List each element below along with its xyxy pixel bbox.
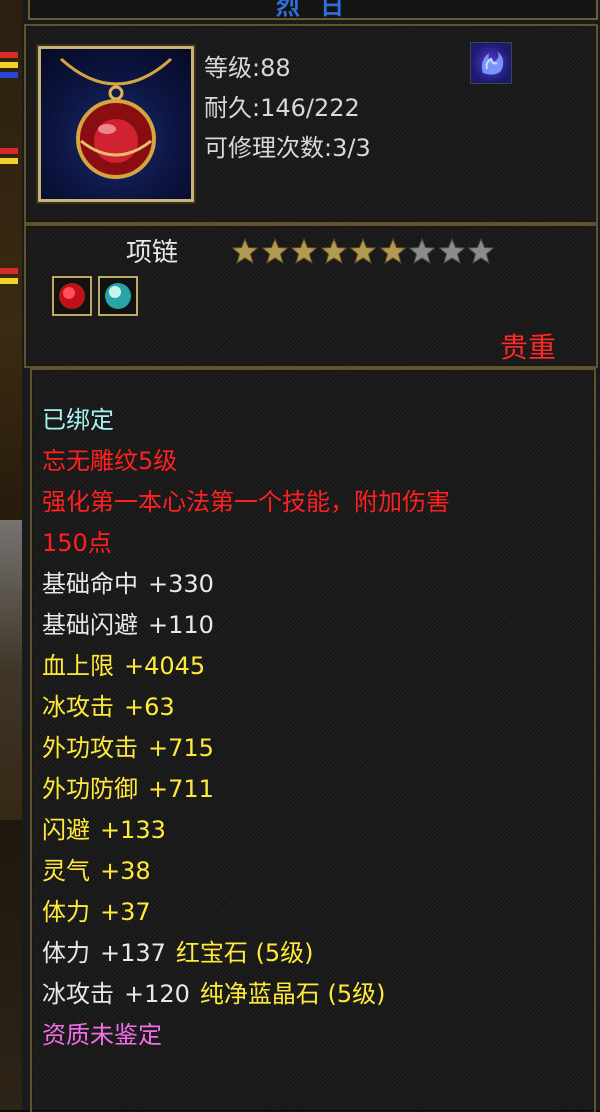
item-repair-count: 可修理次数:3/3 (204, 134, 371, 162)
stat-label: 基础闪避 (42, 611, 138, 639)
stat-value: +715 (148, 734, 214, 762)
ui-bar (0, 72, 18, 78)
gem-stat-row: 冰攻击 +120 纯净蓝晶石 (5级) (42, 974, 386, 1009)
game-world-strip (0, 0, 24, 1110)
stat-value: +133 (100, 816, 166, 844)
gem-slot-2[interactable] (98, 276, 138, 316)
stat-row: 外功攻击 +715 (42, 728, 214, 763)
engraving-name: 忘无雕纹5级 (42, 447, 178, 475)
necklace-icon (59, 57, 173, 179)
stat-label: 体力 (42, 898, 90, 926)
stat-label: 冰攻击 (42, 693, 114, 721)
star-empty-icon (468, 238, 494, 264)
stat-row: 基础闪避 +110 (42, 605, 214, 640)
spirit-badge-icon[interactable] (470, 42, 512, 84)
stat-value: +711 (148, 775, 214, 803)
stat-row: 体力 +37 (42, 892, 151, 927)
star-empty-icon (438, 238, 465, 264)
stat-row: 外功防御 +711 (42, 769, 214, 804)
blue-crystal-icon (105, 283, 131, 309)
item-level: 等级:88 (204, 54, 291, 82)
stat-label: 冰攻击 (42, 980, 114, 1008)
flame-glyph-icon (481, 51, 504, 75)
item-type-panel: 项链 贵重 (24, 224, 598, 368)
item-icon-frame[interactable] (36, 44, 196, 204)
ui-bar (0, 148, 18, 154)
stat-label: 体力 (42, 939, 90, 967)
stat-value: +4045 (124, 652, 206, 680)
bound-status: 已绑定 (42, 406, 114, 434)
ui-bar (0, 62, 18, 68)
item-type-name: 项链 (126, 238, 179, 268)
stat-value: +120 (124, 980, 190, 1008)
stat-row: 血上限 +4045 (42, 646, 205, 681)
stat-row: 灵气 +38 (42, 851, 151, 886)
star-filled-icon (232, 238, 258, 264)
stat-label: 基础命中 (42, 570, 138, 598)
stat-value: +330 (148, 570, 214, 598)
stat-value: +137 (100, 939, 166, 967)
character-figure (0, 520, 22, 820)
stat-label: 灵气 (42, 857, 90, 885)
stat-label: 外功防御 (42, 775, 138, 803)
item-tooltip: 烈 日 等级:88 耐久:146/222 可修理次数:3/3 项链 贵重 已绑定… (22, 0, 600, 1112)
gem-slot-1[interactable] (52, 276, 92, 316)
star-filled-icon (320, 238, 347, 264)
stat-value: +37 (100, 898, 151, 926)
star-empty-icon (409, 238, 435, 264)
item-header-panel: 等级:88 耐久:146/222 可修理次数:3/3 (24, 24, 598, 224)
star-filled-icon (291, 238, 317, 264)
star-filled-icon (261, 238, 288, 264)
item-title: 烈 日 (275, 0, 351, 20)
stat-label: 外功攻击 (42, 734, 138, 762)
stat-row: 闪避 +133 (42, 810, 166, 845)
star-filled-icon (379, 238, 406, 264)
aptitude-status: 资质未鉴定 (42, 1021, 162, 1049)
tooltip-title-bar: 烈 日 (28, 0, 598, 20)
stat-value: +38 (100, 857, 151, 885)
star-filled-icon (350, 238, 376, 264)
gem-source: 纯净蓝晶石 (5级) (199, 980, 386, 1008)
stat-label: 闪避 (42, 816, 90, 844)
stat-row: 基础命中 +330 (42, 564, 214, 599)
item-attributes-panel: 已绑定 忘无雕纹5级 强化第一本心法第一个技能，附加伤害 150点 基础命中 +3… (30, 368, 596, 1112)
item-durability: 耐久:146/222 (204, 94, 360, 122)
ui-bar (0, 278, 18, 284)
stat-label: 血上限 (42, 652, 114, 680)
engraving-effect-cont: 150点 (42, 529, 112, 557)
star-rating (232, 238, 498, 268)
ui-bar (0, 158, 18, 164)
item-rarity: 贵重 (500, 331, 557, 364)
stat-row: 冰攻击 +63 (42, 687, 175, 722)
red-gem-icon (59, 283, 85, 309)
engraving-effect: 强化第一本心法第一个技能，附加伤害 (42, 488, 450, 516)
stat-value: +63 (124, 693, 175, 721)
stat-value: +110 (148, 611, 214, 639)
ui-bar (0, 268, 18, 274)
gem-stat-row: 体力 +137 红宝石 (5级) (42, 933, 314, 968)
gem-source: 红宝石 (5级) (175, 939, 314, 967)
ui-bar (0, 52, 18, 58)
